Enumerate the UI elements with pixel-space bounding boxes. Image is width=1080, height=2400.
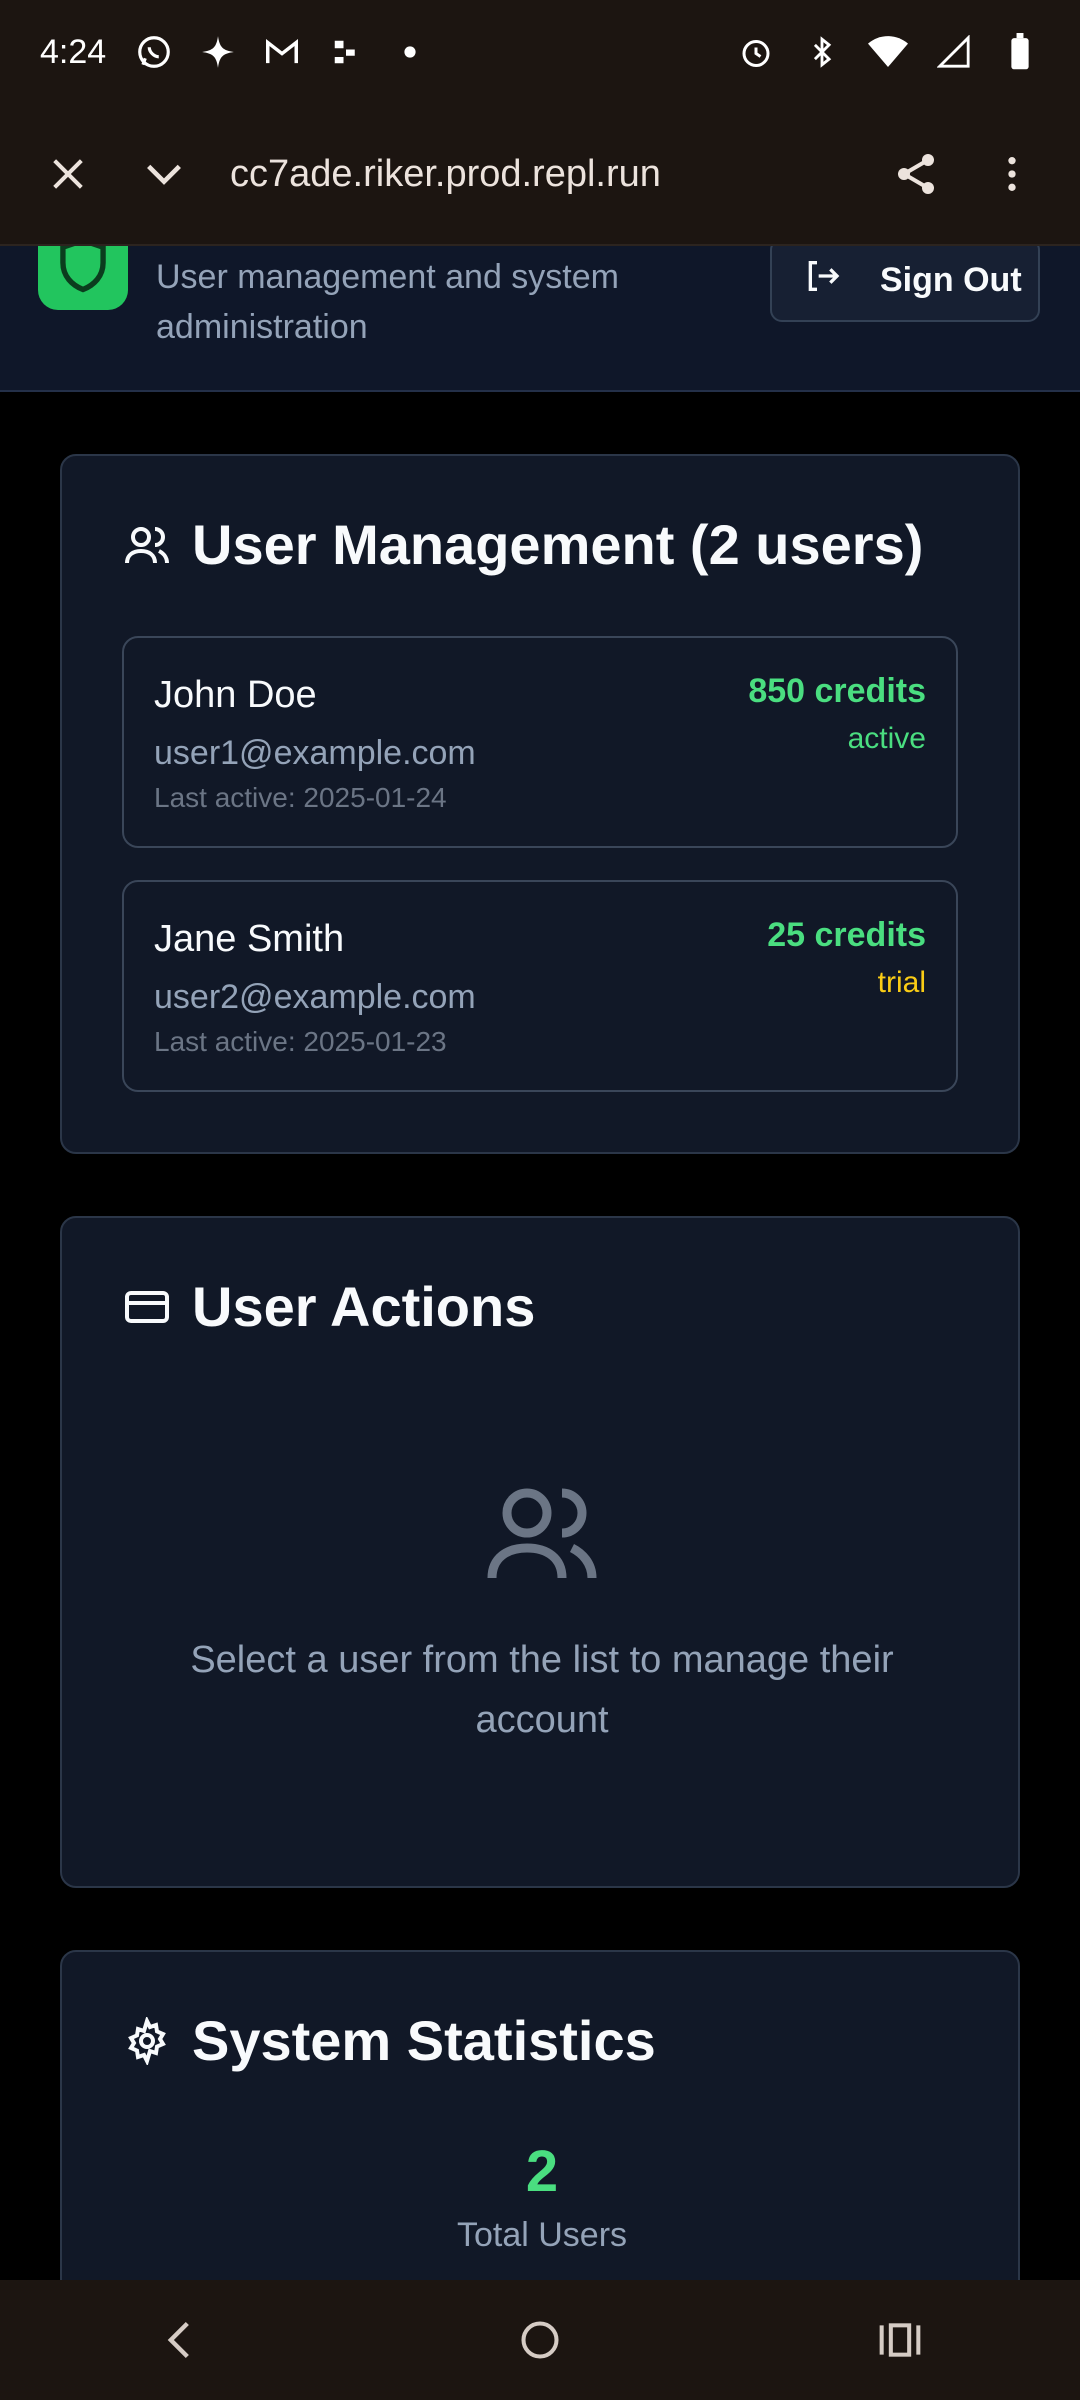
sign-out-label: Sign Out <box>880 260 1022 299</box>
user-management-title-text: User Management (2 users) <box>192 513 924 576</box>
user-credits: 850 credits <box>748 672 926 710</box>
user-name: Jane Smith <box>154 918 345 960</box>
back-icon[interactable] <box>130 2300 230 2380</box>
user-actions-title-text: User Actions <box>192 1275 536 1338</box>
user-actions-title: User Actions <box>122 1274 535 1339</box>
empty-state-text: Select a user from the list to manage th… <box>190 1639 894 1741</box>
user-credits: 25 credits <box>767 916 926 954</box>
alarm-icon <box>736 32 776 72</box>
total-users-value: 2 <box>525 2139 559 2204</box>
system-statistics-title: System Statistics <box>122 2008 656 2073</box>
chevron-down-icon[interactable] <box>126 136 202 212</box>
user-status-badge: active <box>847 722 926 755</box>
bluetooth-icon <box>802 32 842 72</box>
system-statistics-title-text: System Statistics <box>192 2009 656 2072</box>
user-email: user1@example.com <box>154 734 476 772</box>
users-placeholder-icon <box>482 1478 602 1588</box>
battery-icon <box>1000 32 1040 72</box>
share-icon[interactable] <box>878 136 954 212</box>
recent-apps-icon[interactable] <box>850 2300 950 2380</box>
user-status-badge: trial <box>877 966 926 999</box>
total-users-label: Total Users <box>456 2216 628 2254</box>
user-item-jane-smith[interactable]: Jane Smith user2@example.com Last active… <box>122 880 958 1092</box>
user-item-john-doe[interactable]: John Doe user1@example.com Last active: … <box>122 636 958 848</box>
sparkle-icon <box>198 32 238 72</box>
shield-icon <box>38 246 128 310</box>
status-bar: 4:24 <box>0 0 1080 104</box>
user-name: John Doe <box>154 674 317 716</box>
user-email: user2@example.com <box>154 978 476 1016</box>
gmail-icon <box>262 32 302 72</box>
home-icon[interactable] <box>490 2300 590 2380</box>
user-management-title: User Management (2 users) <box>122 512 923 577</box>
user-management-card: User Management (2 users) John Doe user1… <box>60 454 1020 1154</box>
whatsapp-icon <box>134 32 174 72</box>
user-last-active: Last active: 2025-01-24 <box>154 782 447 813</box>
app-header: User management and system administratio… <box>0 246 1080 392</box>
browser-url-bar: cc7ade.riker.prod.repl.run <box>0 104 1080 246</box>
wifi-icon <box>868 32 908 72</box>
system-nav-bar <box>0 2280 1080 2400</box>
dot-icon <box>390 32 430 72</box>
users-icon <box>122 520 172 570</box>
app-icon <box>326 32 366 72</box>
signal-icon <box>934 32 974 72</box>
user-actions-card: User Actions Select a user from the list… <box>60 1216 1020 1888</box>
status-time: 4:24 <box>40 32 107 71</box>
close-icon[interactable] <box>30 136 106 212</box>
user-last-active: Last active: 2025-01-23 <box>154 1026 447 1057</box>
page-subtitle: User management and system administratio… <box>156 258 619 346</box>
credit-card-icon <box>122 1282 172 1332</box>
sign-out-button[interactable]: Sign Out <box>770 246 1040 322</box>
logout-icon <box>802 256 842 305</box>
system-statistics-card: System Statistics 2 Total Users <box>60 1950 1020 2280</box>
gear-icon <box>122 2016 172 2066</box>
more-options-icon[interactable] <box>974 136 1050 212</box>
page-content: User management and system administratio… <box>0 246 1080 2280</box>
url-text[interactable]: cc7ade.riker.prod.repl.run <box>230 153 878 196</box>
